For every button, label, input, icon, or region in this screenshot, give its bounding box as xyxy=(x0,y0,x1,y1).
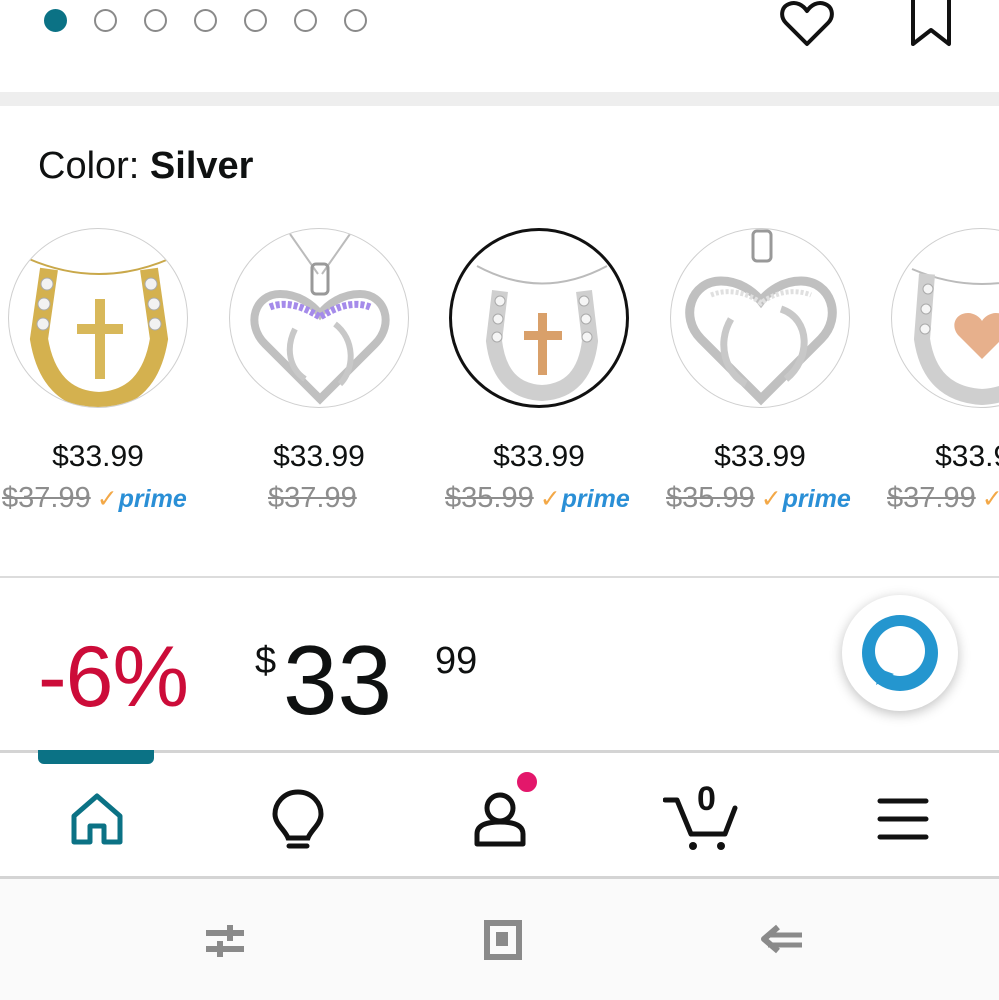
alexa-button[interactable] xyxy=(842,595,958,711)
swatch-price-row: $35.99 ✓prime xyxy=(666,482,851,515)
prime-check-icon: ✓ xyxy=(760,485,782,513)
necklace-image xyxy=(476,265,608,402)
carousel-dot-5[interactable] xyxy=(244,9,267,32)
discount-percentage: -6% xyxy=(38,629,189,725)
image-carousel-header xyxy=(0,0,999,92)
notification-badge xyxy=(515,770,539,794)
swatch-list-price: $37.99 xyxy=(268,482,357,514)
recents-button[interactable] xyxy=(200,919,250,963)
nav-inspire[interactable] xyxy=(263,784,333,854)
prime-badge: ✓prime xyxy=(97,484,187,514)
system-home-button[interactable] xyxy=(478,919,528,963)
swatch-image xyxy=(229,228,409,408)
back-icon xyxy=(761,924,802,954)
necklace-image xyxy=(250,233,390,405)
swatch-price-row: $37.99✓prime xyxy=(2,482,187,515)
swatch-price: $33.99 xyxy=(493,440,585,473)
prime-badge: ✓prime xyxy=(761,484,851,514)
prime-label: prime xyxy=(561,485,630,513)
carousel-dots xyxy=(44,9,394,32)
swatch-heart-purple[interactable]: $33.99 $37.99 xyxy=(221,226,421,526)
swatch-price-row: $37.99 ✓prime xyxy=(887,482,999,515)
bottom-navigation: 0 xyxy=(0,764,999,876)
active-tab-indicator xyxy=(38,750,154,764)
necklace-image xyxy=(685,229,837,406)
swatch-horseshoe-heart[interactable]: $33.99 $37.99 ✓prime xyxy=(883,226,999,526)
swatch-price: $33.99 xyxy=(52,440,144,473)
swatch-price: $33.99 xyxy=(935,440,999,473)
swatch-image xyxy=(891,228,999,408)
recents-icon xyxy=(206,925,244,957)
necklace-image xyxy=(911,268,999,406)
swatch-list-price: $35.99 xyxy=(666,482,755,514)
bookmark-outline-icon xyxy=(911,0,951,46)
home-icon xyxy=(71,793,123,845)
prime-check-icon: ✓ xyxy=(539,485,561,513)
lightbulb-icon xyxy=(272,789,324,849)
alexa-icon xyxy=(862,615,938,691)
swatch-list-price: $35.99 xyxy=(445,482,534,514)
system-navigation-bar xyxy=(0,879,999,1000)
swatch-price: $33.99 xyxy=(273,440,365,473)
account-icon xyxy=(474,792,526,847)
color-swatch-list: $33.99 $37.99 ✓prime $33.99 $37.99 $33.9… xyxy=(0,226,999,536)
swatch-list-price: $37.99 xyxy=(887,482,976,514)
nav-menu[interactable] xyxy=(868,784,938,854)
color-selector-label: Color: Silver xyxy=(38,145,253,188)
system-back-button[interactable] xyxy=(758,919,808,963)
prime-label: prime xyxy=(118,485,187,513)
swatch-image xyxy=(449,228,629,408)
swatch-list-price: $37.99 xyxy=(2,482,91,514)
prime-badge: ✓prime xyxy=(540,484,630,514)
swatch-price-row: $35.99 ✓prime xyxy=(445,482,630,515)
home-square-icon xyxy=(484,920,522,960)
swatch-price: $33.99 xyxy=(714,440,806,473)
swatch-heart-horse[interactable]: $33.99 $35.99 ✓prime xyxy=(662,226,862,526)
carousel-dot-2[interactable] xyxy=(94,9,117,32)
carousel-dot-1[interactable] xyxy=(44,9,67,32)
save-list-button[interactable] xyxy=(905,0,957,50)
swatch-silver-horseshoe-selected[interactable]: $33.99 $35.99 ✓prime xyxy=(441,226,641,526)
price-whole: 33 xyxy=(283,625,393,735)
menu-icon xyxy=(877,798,929,840)
swatch-gold-horseshoe[interactable]: $33.99 $37.99 ✓prime xyxy=(0,226,200,526)
swatch-image xyxy=(670,228,850,408)
nav-home[interactable] xyxy=(62,784,132,854)
price-currency-symbol: $ xyxy=(255,640,277,682)
carousel-dot-3[interactable] xyxy=(144,9,167,32)
prime-label: prime xyxy=(782,485,851,513)
favorite-button[interactable] xyxy=(778,0,836,50)
selected-color-value: Silver xyxy=(149,145,254,187)
prime-check-icon: ✓ xyxy=(96,485,118,513)
nav-account[interactable] xyxy=(465,784,535,854)
swatch-image xyxy=(8,228,188,408)
carousel-dot-6[interactable] xyxy=(294,9,317,32)
prime-badge: ✓prime xyxy=(982,484,999,514)
divider xyxy=(0,576,999,578)
necklace-image xyxy=(28,258,170,407)
nav-cart[interactable]: 0 xyxy=(662,780,743,854)
carousel-dot-7[interactable] xyxy=(344,9,367,32)
price-fraction: 99 xyxy=(435,640,478,682)
section-separator xyxy=(0,92,999,106)
heart-outline-icon xyxy=(780,0,834,46)
carousel-dot-4[interactable] xyxy=(194,9,217,32)
swatch-price-row: $37.99 xyxy=(268,482,357,515)
prime-check-icon: ✓ xyxy=(981,485,999,513)
cart-count: 0 xyxy=(697,780,716,818)
color-label-prefix: Color: xyxy=(38,145,150,187)
